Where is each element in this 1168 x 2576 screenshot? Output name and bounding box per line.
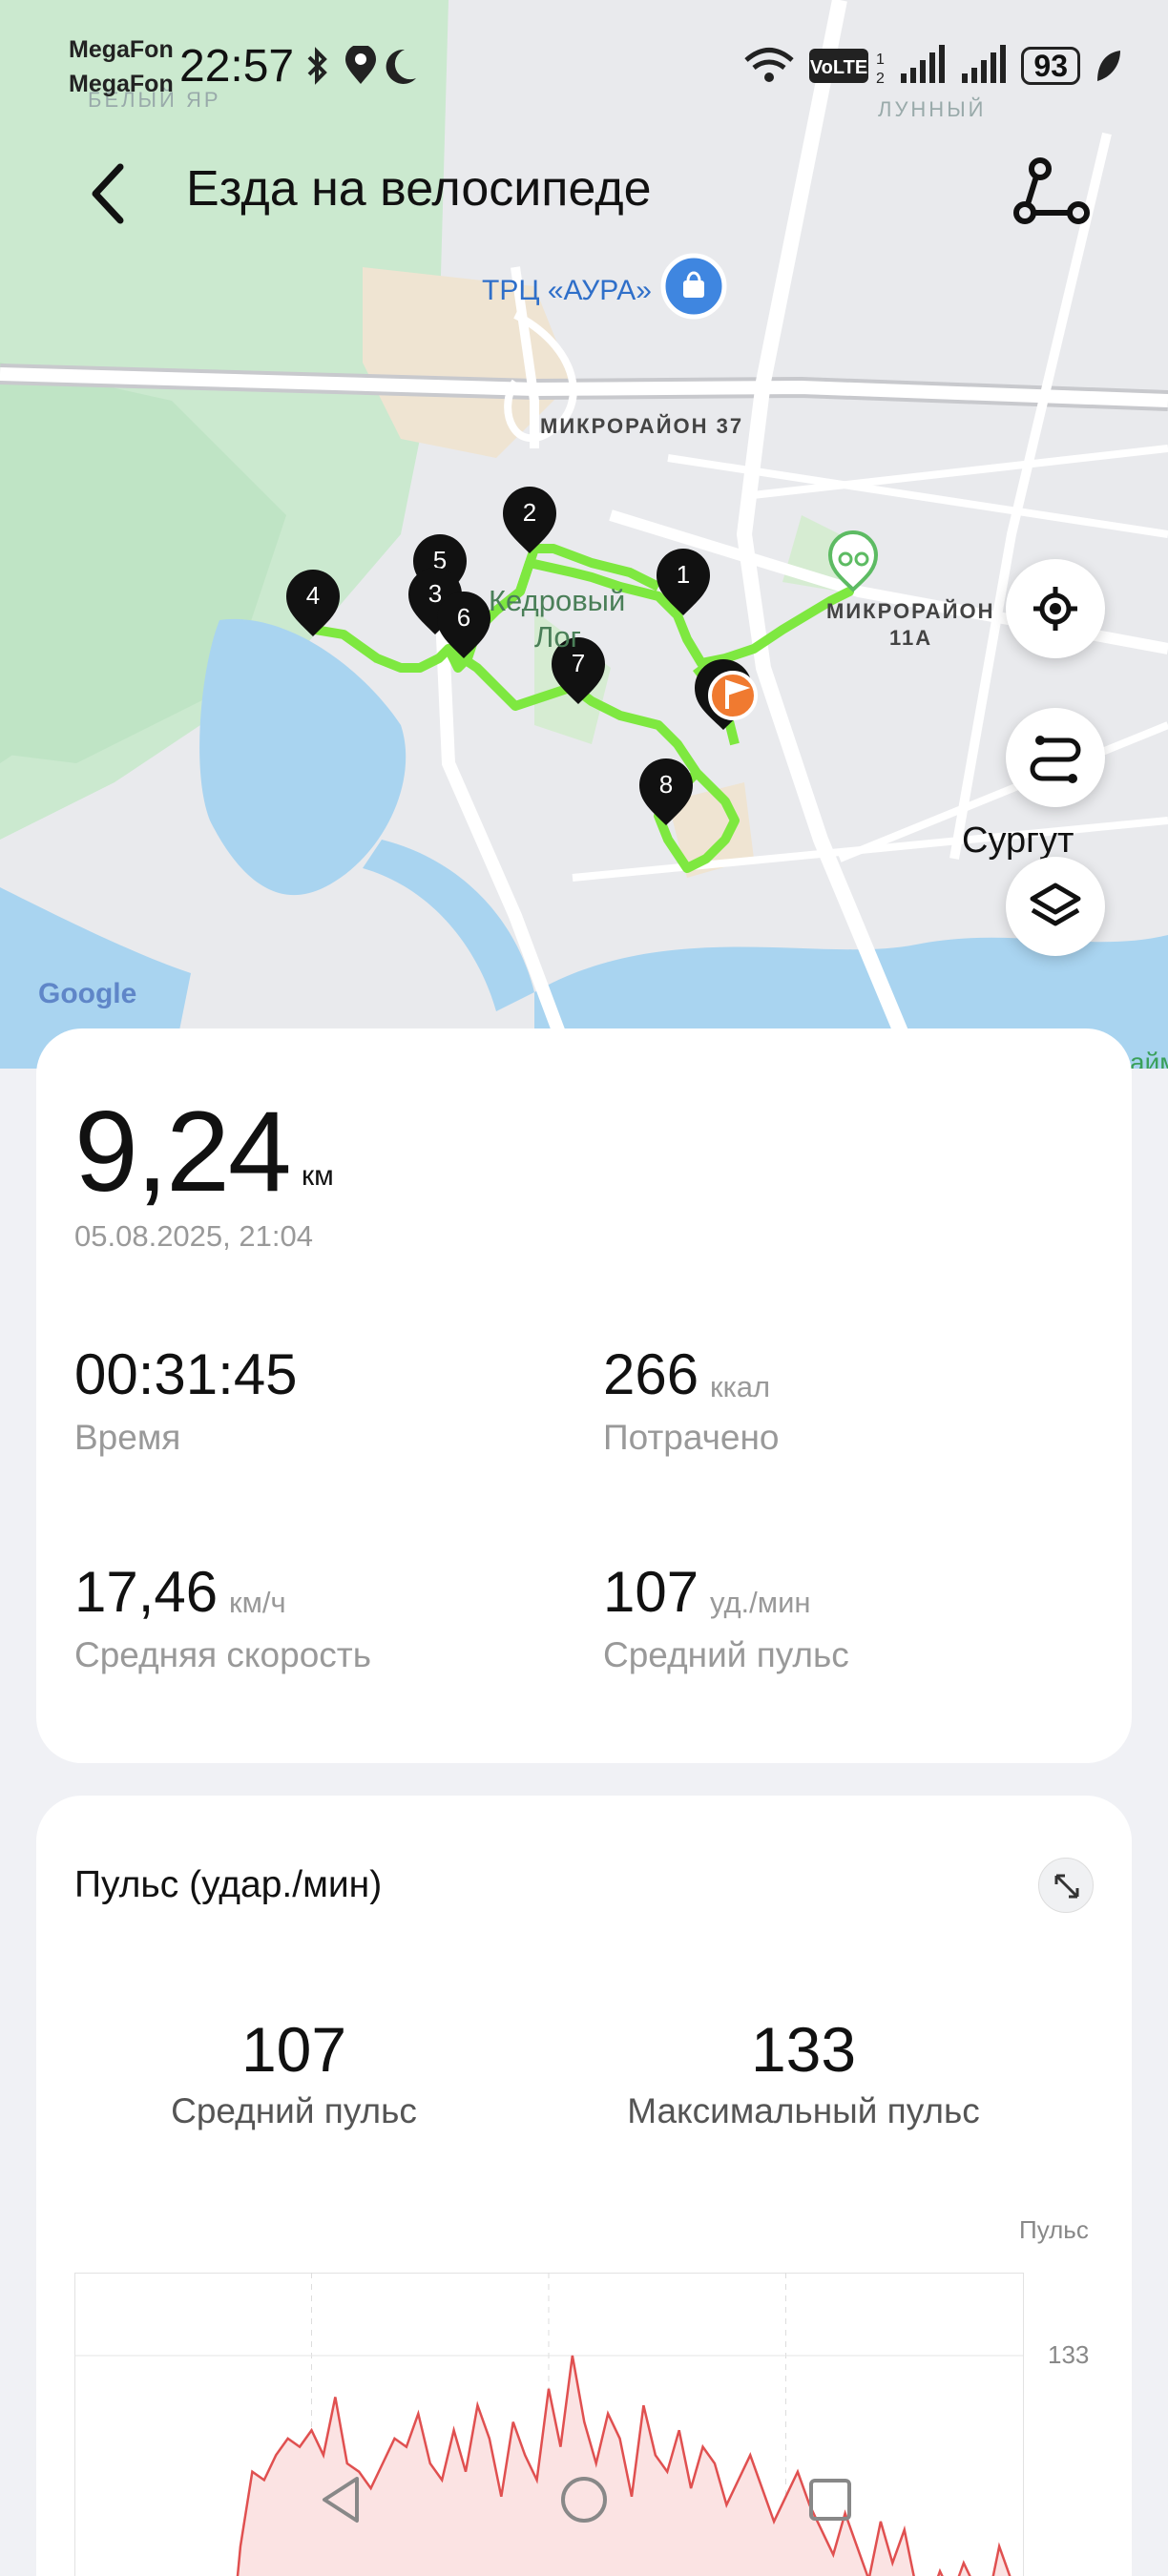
- calories-unit: ккал: [710, 1370, 771, 1403]
- locate-button[interactable]: [1006, 559, 1105, 658]
- workout-summary-card: 9,24 км 05.08.2025, 21:04 00:31:45 Время…: [36, 1028, 1132, 1763]
- avg-hr-unit: уд./мин: [710, 1586, 811, 1619]
- chart-axis-title: Пульс: [1019, 2215, 1089, 2244]
- workout-datetime: 05.08.2025, 21:04: [74, 1219, 313, 1253]
- duration-value: 00:31:45: [74, 1342, 298, 1406]
- svg-text:6: 6: [457, 603, 470, 632]
- duration-label: Время: [74, 1418, 181, 1457]
- avg-speed-label: Средняя скорость: [74, 1635, 371, 1674]
- svg-text:4: 4: [306, 581, 320, 610]
- signal-icon: [901, 45, 946, 83]
- avg-hr-value: 107: [603, 1560, 699, 1624]
- locate-icon: [1033, 587, 1077, 631]
- max-pulse-value: 133: [750, 2014, 857, 2085]
- nav-back-icon[interactable]: [315, 2471, 372, 2528]
- location-icon: [345, 46, 376, 84]
- heart-rate-card: Пульс (удар./мин) 107 Средний пульс 133 …: [36, 1796, 1132, 2576]
- system-nav-bar: [0, 2471, 1168, 2557]
- svg-text:1: 1: [876, 52, 885, 68]
- avg-speed-unit: км/ч: [229, 1586, 286, 1619]
- layers-icon: [1030, 883, 1081, 926]
- google-logo: Google: [38, 978, 137, 1009]
- status-bar: MegaFon MegaFon 22:57 VoLTE 1 2 93: [0, 0, 1168, 134]
- distance-unit: км: [302, 1160, 334, 1192]
- mall-pin-icon[interactable]: [660, 253, 727, 320]
- calories-value: 266: [603, 1342, 699, 1406]
- y-tick-label: 133: [1048, 2339, 1090, 2369]
- page-title: Езда на велосипеде: [186, 161, 652, 217]
- moon-icon: [386, 49, 416, 84]
- map-label-district-11a-1: МИКРОРАЙОН: [826, 599, 995, 623]
- heart-rate-title: Пульс (удар./мин): [74, 1864, 383, 1905]
- carrier-1: MegaFon: [69, 36, 174, 63]
- route-share-button[interactable]: [1012, 157, 1097, 234]
- expand-chart-button[interactable]: [1038, 1858, 1094, 1913]
- nav-home-icon[interactable]: [555, 2471, 613, 2528]
- avg-speed-value: 17,46: [74, 1560, 219, 1624]
- status-right-icons: VoLTE 1 2 93: [742, 42, 1122, 90]
- max-pulse-label: Максимальный пульс: [627, 2091, 980, 2130]
- svg-text:VoLTE: VoLTE: [810, 57, 867, 78]
- leaf-icon: [1097, 51, 1120, 81]
- finish-flag-icon: [695, 659, 758, 730]
- nav-recents-icon[interactable]: [802, 2471, 859, 2528]
- svg-text:3: 3: [428, 579, 442, 608]
- route-share-icon: [1013, 157, 1090, 224]
- signal-icon: [962, 45, 1007, 83]
- map-label-edge: айм: [1130, 1048, 1168, 1069]
- svg-text:2: 2: [523, 498, 536, 527]
- carrier-2: MegaFon: [69, 71, 174, 97]
- avg-pulse-label: Средний пульс: [171, 2091, 417, 2130]
- route-toggle-button[interactable]: [1006, 708, 1105, 807]
- route-toggle-icon: [1030, 736, 1081, 783]
- map-label-mall[interactable]: ТРЦ «АУРА»: [482, 275, 652, 307]
- back-arrow-icon: [92, 163, 124, 224]
- svg-text:2: 2: [876, 71, 885, 87]
- calories-label: Потрачено: [603, 1418, 780, 1457]
- distance-value: 9,24: [74, 1088, 292, 1215]
- map-label-district-11a-2: 11А: [889, 626, 933, 650]
- map-label-park-2: Лог: [534, 620, 581, 654]
- avg-hr-label: Средний пульс: [603, 1635, 849, 1674]
- bluetooth-icon: [307, 47, 327, 85]
- route-marker-2[interactable]: 2: [503, 487, 556, 553]
- expand-icon: [1054, 1874, 1079, 1899]
- map-label-park-1: Кедровый: [489, 584, 626, 617]
- layers-button[interactable]: [1006, 857, 1105, 956]
- status-left-icons: [307, 46, 416, 85]
- map-label-district-37: МИКРОРАЙОН 37: [540, 414, 744, 438]
- svg-text:1: 1: [677, 560, 690, 589]
- avg-pulse-value: 107: [240, 2014, 347, 2085]
- clock: 22:57: [179, 41, 295, 92]
- volte-icon: VoLTE 1 2: [809, 49, 885, 87]
- svg-text:8: 8: [659, 770, 673, 799]
- back-button[interactable]: [86, 157, 134, 229]
- wifi-icon: [744, 48, 795, 82]
- map-label-city: Сургут: [962, 821, 1074, 861]
- battery-icon: 93: [1021, 47, 1080, 85]
